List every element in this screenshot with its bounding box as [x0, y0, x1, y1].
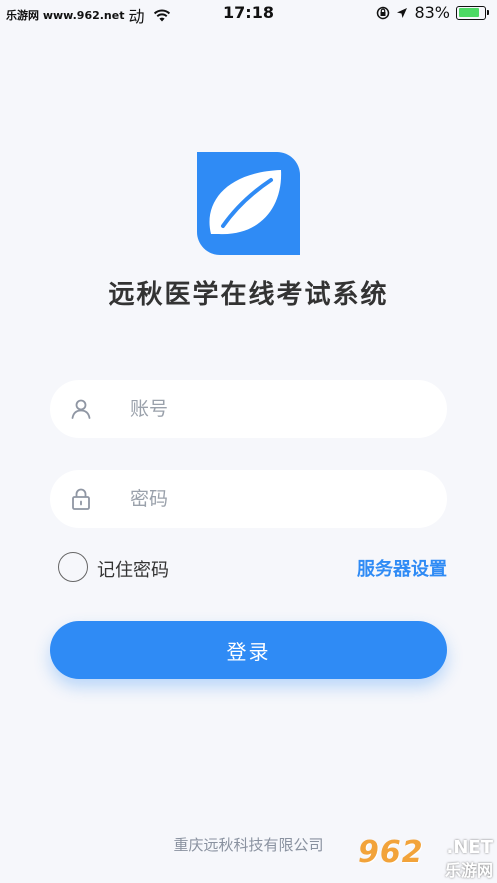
lock-icon [72, 488, 90, 510]
password-input[interactable] [130, 470, 430, 528]
login-button[interactable]: 登录 [50, 621, 447, 679]
server-settings-link[interactable]: 服务器设置 [357, 555, 447, 581]
app-title: 远秋医学在线考试系统 [108, 280, 389, 310]
location-arrow-icon [397, 7, 408, 18]
remember-password-checkbox[interactable] [58, 552, 88, 582]
battery-percent: 83% [414, 3, 450, 22]
battery-fill [458, 8, 480, 17]
site-watermark-logo: 962 .NET 乐游网 [358, 835, 493, 880]
watermark-net: .NET [446, 837, 493, 858]
password-field[interactable] [50, 470, 447, 528]
battery-tip [487, 10, 489, 15]
account-field[interactable] [50, 380, 447, 438]
status-right: 83% [376, 3, 489, 22]
watermark-number: 962 [358, 835, 424, 870]
remember-password-label[interactable]: 记住密码 [97, 556, 169, 582]
battery-body [456, 5, 486, 20]
watermark-cn: 乐游网 [444, 861, 493, 880]
account-input[interactable] [130, 380, 430, 438]
app-logo-leaf-icon [197, 152, 300, 255]
status-bar: 乐游网 www.962.net 动 17:18 83% [0, 0, 497, 26]
battery-icon [456, 5, 489, 20]
rotation-lock-icon [377, 6, 390, 19]
user-icon [71, 399, 91, 419]
